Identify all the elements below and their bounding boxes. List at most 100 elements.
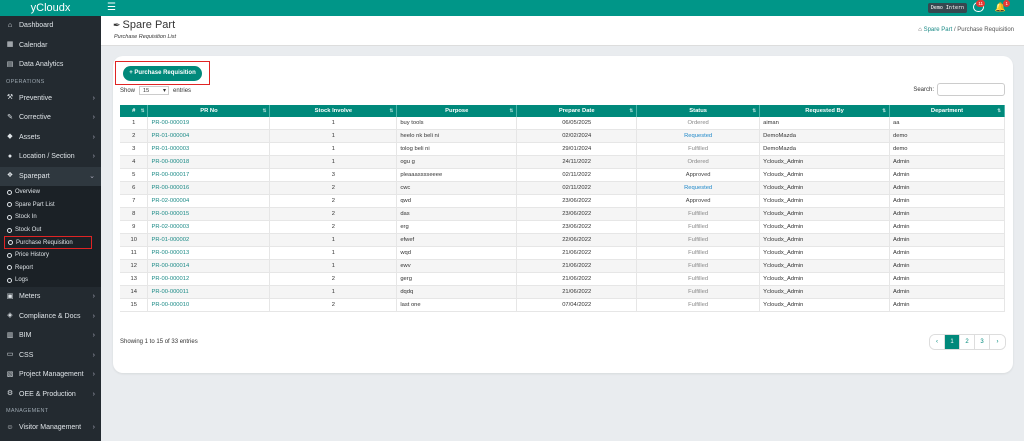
chart-icon: ▤ — [6, 60, 14, 68]
column-header-stock-involve[interactable]: Stock Involve ⇅ — [269, 105, 398, 117]
pr-link[interactable]: PR-00-000010 — [147, 298, 271, 312]
chevron-right-icon: › — [92, 424, 95, 431]
sidebar-item-corrective[interactable]: ✎ Corrective › — [0, 108, 101, 128]
table-cell: 2 — [269, 298, 398, 312]
table-row[interactable]: 7 PR-02-000004 2 qwd 23/06/2022 Approved Yclou… — [120, 194, 1005, 209]
table-row[interactable]: 15 PR-00-000010 2 last one 07/04/2022 Fulfill… — [120, 298, 1005, 312]
table-cell: DemoMazda — [759, 129, 891, 144]
sort-icon: ⇅ — [882, 108, 887, 113]
pr-link[interactable]: PR-00-000015 — [147, 207, 271, 221]
user-badge[interactable]: Demo Intern — [927, 3, 967, 13]
add-purchase-requisition-button[interactable]: + Purchase Requisition — [123, 66, 202, 81]
breadcrumb-current: Purchase Requisition — [957, 27, 1014, 33]
breadcrumb-link-spare-part[interactable]: Spare Part — [924, 27, 953, 33]
page-button-3[interactable]: 3 — [975, 335, 990, 349]
submenu-item-price-history[interactable]: Price History — [0, 249, 101, 262]
pr-link[interactable]: PR-02-000004 — [147, 194, 271, 209]
column-header-prepare-date[interactable]: Prepare Date ⇅ — [516, 105, 638, 117]
pr-link[interactable]: PR-00-000012 — [147, 272, 271, 286]
sidebar-item-label: Sparepart — [19, 172, 50, 180]
table-row[interactable]: 8 PR-00-000015 2 das 23/06/2022 Fulfilled Yclo… — [120, 207, 1005, 221]
table-cell: 14 — [120, 285, 149, 299]
page-button-2[interactable]: 2 — [960, 335, 975, 349]
table-cell: 1 — [269, 117, 398, 131]
table-row[interactable]: 12 PR-00-000014 1 ewv 21/06/2022 Fulfilled Ycl… — [120, 259, 1005, 273]
submenu-item-stock-out[interactable]: Stock Out — [0, 224, 101, 237]
table-cell: 1 — [269, 142, 398, 157]
chevron-right-icon: › — [92, 371, 95, 378]
sidebar: yCloudx ⌂ Dashboard ▦ Calendar ▤ Data Analyti… — [0, 0, 101, 441]
pr-link[interactable]: PR-00-000018 — [147, 155, 271, 170]
menu-icon[interactable]: ☰ — [107, 3, 116, 13]
table-row[interactable]: 10 PR-01-000002 1 efwef 22/06/2022 Fulfilled Y… — [120, 233, 1005, 247]
building-icon: ▥ — [6, 331, 14, 339]
table-cell: Requested — [636, 129, 761, 144]
sidebar-item-label: Location / Section — [19, 153, 75, 161]
pr-link[interactable]: PR-00-000013 — [147, 246, 271, 260]
sidebar-item-bim[interactable]: ▥ BIM › — [0, 326, 101, 346]
sidebar-item-calendar[interactable]: ▦ Calendar — [0, 36, 101, 56]
table-row[interactable]: 14 PR-00-000011 1 dqdq 21/06/2022 Fulfilled Yc… — [120, 285, 1005, 299]
table-row[interactable]: 1 PR-00-000019 1 buy tools 06/05/2025 Ordered… — [120, 117, 1005, 131]
sidebar-item-meters[interactable]: ▣ Meters › — [0, 287, 101, 307]
column-header-requested-by[interactable]: Requested By ⇅ — [759, 105, 891, 117]
submenu-item-overview[interactable]: Overview — [0, 186, 101, 199]
table-row[interactable]: 4 PR-00-000018 1 ogu g 24/11/2022 Ordered Yclo… — [120, 155, 1005, 170]
sidebar-item-data-analytics[interactable]: ▤ Data Analytics — [0, 55, 101, 75]
pr-link[interactable]: PR-00-000019 — [147, 117, 271, 131]
column-header-pr-no[interactable]: PR No ⇅ — [147, 105, 271, 117]
sidebar-item-compliance-docs[interactable]: ◈ Compliance & Docs › — [0, 306, 101, 326]
table-row[interactable]: 3 PR-01-000003 1 tolog beli ni 29/01/2024 Ful… — [120, 142, 1005, 157]
sidebar-item-sparepart[interactable]: ❖ Sparepart ⌄ — [0, 166, 101, 186]
submenu-item-logs[interactable]: Logs — [0, 274, 101, 287]
brand-logo[interactable]: yCloudx — [0, 0, 101, 16]
pr-link[interactable]: PR-00-000017 — [147, 168, 271, 183]
submenu-item-label: Overview — [15, 189, 41, 196]
table-cell: 24/11/2022 — [516, 155, 638, 170]
prev-page-button[interactable]: ‹ — [930, 335, 945, 349]
pr-link[interactable]: PR-00-000014 — [147, 259, 271, 273]
table-cell: 2 — [120, 129, 149, 144]
sidebar-item-label: Calendar — [19, 41, 48, 49]
pr-link[interactable]: PR-01-000002 — [147, 233, 271, 247]
pr-link[interactable]: PR-00-000016 — [147, 181, 271, 196]
next-page-button[interactable]: › — [990, 335, 1005, 349]
sidebar-item-location-section[interactable]: ● Location / Section › — [0, 147, 101, 167]
sidebar-item-dashboard[interactable]: ⌂ Dashboard — [0, 16, 101, 36]
page-length-select[interactable]: 15 — [139, 86, 170, 95]
column-header-status[interactable]: Status ⇅ — [636, 105, 761, 117]
table-cell: 10 — [120, 233, 149, 247]
sidebar-item-oee-production[interactable]: ⚙ OEE & Production › — [0, 384, 101, 404]
sidebar-item-css[interactable]: ▭ CSS › — [0, 345, 101, 365]
sidebar-item-project-management[interactable]: ▧ Project Management › — [0, 365, 101, 385]
pr-link[interactable]: PR-01-000004 — [147, 129, 271, 144]
table-row[interactable]: 13 PR-00-000012 2 gerg 21/06/2022 Fulfilled Yc… — [120, 272, 1005, 286]
column-header-purpose[interactable]: Purpose ⇅ — [396, 105, 518, 117]
submenu-item-stock-in[interactable]: Stock In — [0, 211, 101, 224]
submenu-item-purchase-requisition[interactable]: Purchase Requisition — [4, 236, 92, 249]
sidebar-item-assets[interactable]: ◆ Assets › — [0, 128, 101, 148]
submenu-item-report[interactable]: Report — [0, 262, 101, 275]
chevron-right-icon: › — [92, 94, 95, 102]
pr-link[interactable]: PR-00-000011 — [147, 285, 271, 299]
column-header-department[interactable]: Department ⇅ — [889, 105, 1005, 117]
sidebar-item-label: CSS — [19, 351, 34, 359]
column-header-index[interactable]: # ⇅ — [120, 105, 149, 117]
table-cell: Fulfilled — [636, 246, 761, 260]
table-row[interactable]: 2 PR-01-000004 1 heelo nk beli ni 02/02/2024… — [120, 129, 1005, 144]
submenu-item-spare-part-list[interactable]: Spare Part List — [0, 199, 101, 212]
table-row[interactable]: 11 PR-00-000013 1 wqd 21/06/2022 Fulfilled Ycl… — [120, 246, 1005, 260]
table-cell: efwef — [396, 233, 518, 247]
pr-link[interactable]: PR-01-000003 — [147, 142, 271, 157]
sidebar-item-visitor-management[interactable]: ☺ Visitor Management › — [0, 418, 101, 438]
page-button-1[interactable]: 1 — [945, 335, 960, 349]
table-cell: 13 — [120, 272, 149, 286]
home-icon[interactable]: ⌂ — [918, 27, 922, 33]
table-row[interactable]: 9 PR-02-000003 2 erg 23/06/2022 Fulfilled Yclo… — [120, 220, 1005, 234]
search-input[interactable] — [937, 83, 1005, 96]
sidebar-item-preventive[interactable]: ⚒ Preventive › — [0, 89, 101, 109]
table-cell: dqdq — [396, 285, 518, 299]
table-row[interactable]: 5 PR-00-000017 3 pleaaasssseeee 02/11/2022 Ap… — [120, 168, 1005, 183]
pr-link[interactable]: PR-02-000003 — [147, 220, 271, 234]
table-row[interactable]: 6 PR-00-000016 2 cwc 02/11/2022 Requested Yclo… — [120, 181, 1005, 196]
